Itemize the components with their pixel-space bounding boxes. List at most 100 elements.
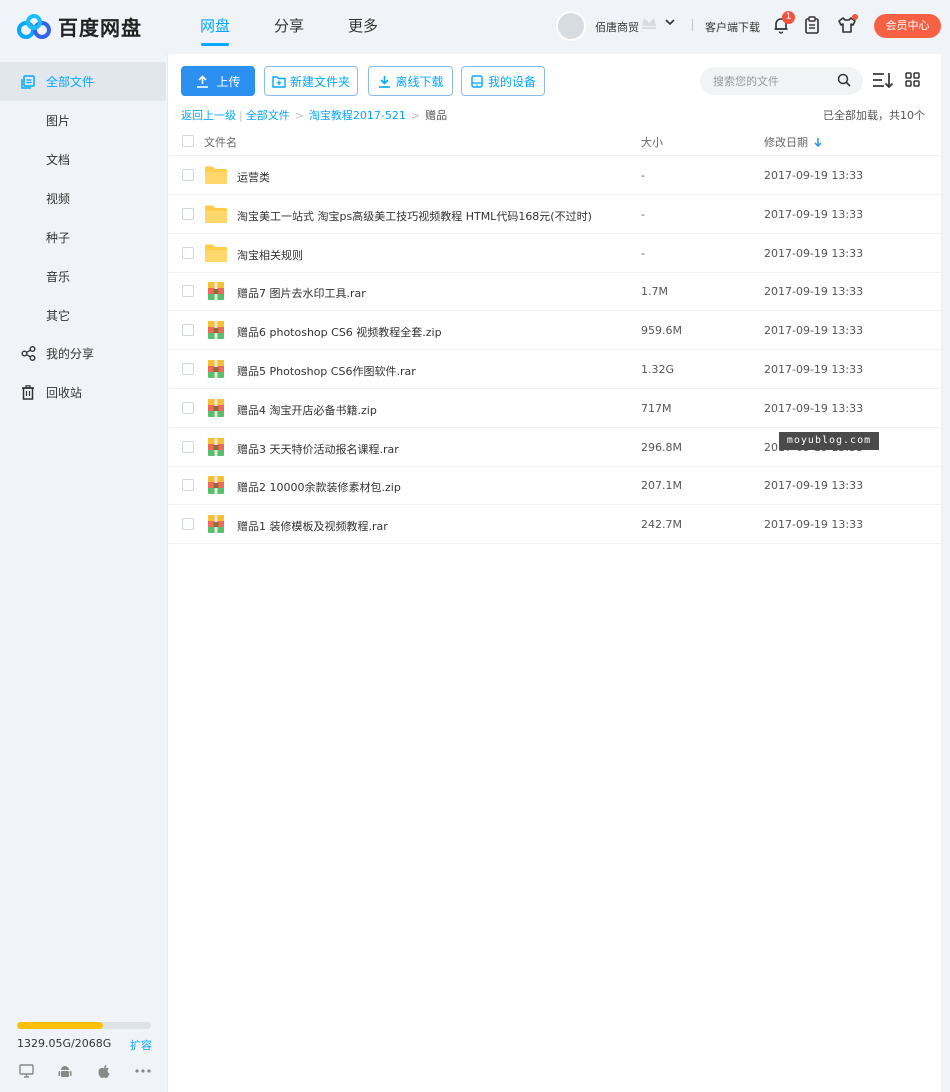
file-date: 2017-09-19 13:33 <box>764 479 864 493</box>
column-header-size[interactable]: 大小 <box>641 134 663 150</box>
expand-storage-link[interactable]: 扩容 <box>130 1037 152 1053</box>
archive-file-icon <box>204 514 228 534</box>
file-name[interactable]: 赠品5 Photoshop CS6作图软件.rar <box>237 363 416 379</box>
new-folder-icon <box>272 74 286 88</box>
sidebar-item-my-share[interactable]: 我的分享 <box>0 334 166 373</box>
grid-view-icon[interactable] <box>905 72 920 87</box>
avatar[interactable] <box>556 11 586 41</box>
row-checkbox[interactable] <box>182 440 194 453</box>
notification-badge: 1 <box>782 11 795 24</box>
upload-label: 上传 <box>216 74 241 89</box>
nav-tab-netdisk[interactable]: 网盘 <box>178 0 252 52</box>
file-name[interactable]: 赠品4 淘宝开店必备书籍.zip <box>237 402 377 418</box>
sidebar-item-music[interactable]: 音乐 <box>0 257 166 296</box>
file-size: 296.8M <box>641 440 682 454</box>
table-row[interactable]: 运营类 - 2017-09-19 13:33 <box>168 156 942 195</box>
row-checkbox[interactable] <box>182 207 194 220</box>
file-name[interactable]: 淘宝相关规则 <box>237 247 303 263</box>
clipboard-icon[interactable] <box>804 16 820 34</box>
table-row[interactable]: 赠品4 淘宝开店必备书籍.zip 717M 2017-09-19 13:33 <box>168 389 942 428</box>
folder-icon <box>204 165 228 185</box>
column-header-date-label: 修改日期 <box>764 136 808 149</box>
row-checkbox[interactable] <box>182 246 194 259</box>
client-download-link[interactable]: 客户端下载 <box>705 19 760 35</box>
sidebar-item-torrents[interactable]: 种子 <box>0 218 166 257</box>
row-checkbox[interactable] <box>182 285 194 298</box>
nav-tab-more[interactable]: 更多 <box>326 0 400 52</box>
row-checkbox[interactable] <box>182 169 194 181</box>
row-checkbox[interactable] <box>182 518 194 531</box>
offline-download-button[interactable]: 离线下载 <box>368 66 453 96</box>
file-name[interactable]: 赠品2 10000余款装修素材包.zip <box>237 479 401 495</box>
sidebar-item-recycle-bin[interactable]: 回收站 <box>0 373 166 412</box>
my-devices-button[interactable]: 我的设备 <box>461 66 545 96</box>
table-row[interactable]: 赠品2 10000余款装修素材包.zip 207.1M 2017-09-19 13:… <box>168 466 942 506</box>
pc-icon[interactable] <box>18 1063 34 1079</box>
skin-new-dot <box>852 14 858 20</box>
breadcrumb-current: 赠品 <box>425 109 448 122</box>
table-row[interactable]: 赠品6 photoshop CS6 视频教程全套.zip 959.6M 2017-0… <box>168 311 942 351</box>
chevron-down-icon[interactable] <box>664 16 676 28</box>
row-checkbox[interactable] <box>182 363 194 375</box>
sidebar-item-images[interactable]: 图片 <box>0 101 166 140</box>
file-size: 1.7M <box>641 285 668 299</box>
folder-icon <box>204 243 228 263</box>
table-row[interactable]: 淘宝美工一站式 淘宝ps高级美工技巧视频教程 HTML代码168元(不过时) - 2… <box>168 195 942 234</box>
file-name[interactable]: 赠品3 天天特价活动报名课程.rar <box>237 441 399 457</box>
toolbar: 上传 新建文件夹 离线下载 我的设备 <box>168 54 942 104</box>
vip-center-button[interactable]: 会员中心 <box>874 14 941 38</box>
sidebar-item-docs[interactable]: 文档 <box>0 140 166 179</box>
row-checkbox[interactable] <box>182 479 194 492</box>
archive-file-icon <box>204 320 228 340</box>
file-name[interactable]: 赠品7 图片去水印工具.rar <box>237 285 366 301</box>
row-checkbox[interactable] <box>182 324 194 337</box>
breadcrumb-item-all-files[interactable]: 全部文件 <box>246 107 290 123</box>
android-icon[interactable] <box>57 1063 73 1079</box>
row-checkbox[interactable] <box>182 401 194 414</box>
sidebar-item-label: 文档 <box>46 153 71 167</box>
sidebar-item-all-files[interactable]: 全部文件 <box>0 62 166 101</box>
file-size: 207.1M <box>641 479 682 493</box>
logo[interactable]: 百度网盘 <box>16 12 142 41</box>
table-row[interactable]: 赠品1 装修模板及视频教程.rar 242.7M 2017-09-19 13:33 <box>168 505 942 545</box>
archive-file-icon <box>204 475 228 495</box>
breadcrumb-divider: | <box>239 108 243 122</box>
logo-text: 百度网盘 <box>58 16 142 40</box>
sidebar-item-videos[interactable]: 视频 <box>0 179 166 218</box>
storage-quota-bar <box>17 1022 151 1029</box>
apple-icon[interactable] <box>96 1063 112 1079</box>
upload-button[interactable]: 上传 <box>181 66 255 96</box>
username[interactable]: 佰唐商贸 <box>595 19 639 35</box>
sidebar-item-other[interactable]: 其它 <box>0 296 166 335</box>
breadcrumb-back-link[interactable]: 返回上一级 <box>181 107 236 123</box>
breadcrumb-item-folder[interactable]: 淘宝教程2017-521 <box>309 107 406 123</box>
sidebar-item-label: 视频 <box>46 192 71 206</box>
search-icon[interactable] <box>837 73 851 87</box>
file-name[interactable]: 淘宝美工一站式 淘宝ps高级美工技巧视频教程 HTML代码168元(不过时) <box>237 208 592 224</box>
sidebar-item-label: 我的分享 <box>46 347 95 361</box>
new-folder-button[interactable]: 新建文件夹 <box>264 66 358 96</box>
select-all-checkbox[interactable] <box>182 135 194 147</box>
file-name[interactable]: 赠品1 装修模板及视频教程.rar <box>237 518 388 534</box>
column-header-name[interactable]: 文件名 <box>204 134 237 150</box>
breadcrumb-separator: > <box>294 108 304 122</box>
file-size: - <box>641 246 645 260</box>
file-size: - <box>641 207 645 221</box>
column-header-date[interactable]: 修改日期 <box>764 134 823 150</box>
table-row[interactable]: 赠品7 图片去水印工具.rar 1.7M 2017-09-19 13:33 <box>168 272 942 312</box>
file-size: 242.7M <box>641 518 682 532</box>
nav-tab-share[interactable]: 分享 <box>252 0 326 52</box>
main-nav: 网盘 分享 更多 <box>178 0 400 52</box>
all-files-icon <box>20 74 36 90</box>
table-row[interactable]: 赠品5 Photoshop CS6作图软件.rar 1.32G 2017-09-19… <box>168 350 942 389</box>
new-folder-label: 新建文件夹 <box>289 74 350 89</box>
device-icon <box>470 74 484 88</box>
table-row[interactable]: 淘宝相关规则 - 2017-09-19 13:33 <box>168 234 942 273</box>
vip-crown-icon <box>642 18 656 29</box>
file-name[interactable]: 运营类 <box>237 169 270 185</box>
more-icon[interactable] <box>135 1063 151 1079</box>
file-name[interactable]: 赠品6 photoshop CS6 视频教程全套.zip <box>237 324 442 340</box>
sort-icon[interactable] <box>872 71 894 89</box>
sidebar-item-label: 音乐 <box>46 270 71 284</box>
breadcrumb-separator: > <box>410 108 421 122</box>
